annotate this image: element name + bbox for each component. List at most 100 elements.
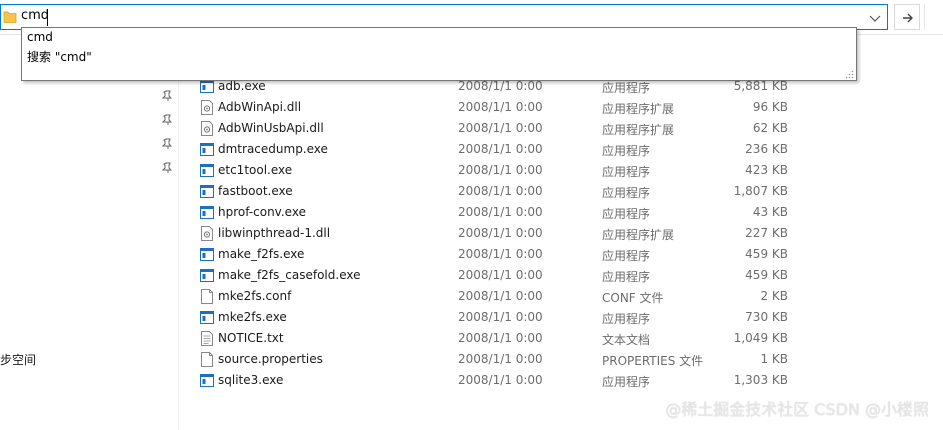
exe-icon bbox=[200, 247, 214, 262]
file-size: 1,049 KB bbox=[733, 331, 788, 345]
exe-icon bbox=[200, 205, 214, 220]
file-row[interactable]: hprof-conv.exe 2008/1/1 0:00 应用程序 43 KB bbox=[0, 202, 943, 223]
file-type: 应用程序扩展 bbox=[602, 228, 675, 242]
address-text[interactable]: cmd bbox=[21, 8, 49, 23]
file-date: 2008/1/1 0:00 bbox=[458, 205, 543, 219]
file-type: PROPERTIES 文件 bbox=[602, 354, 704, 368]
file-row[interactable]: mke2fs.conf 2008/1/1 0:00 CONF 文件 2 KB bbox=[0, 286, 943, 307]
file-name: NOTICE.txt bbox=[218, 331, 284, 345]
file-type: 应用程序 bbox=[602, 375, 651, 389]
file-row[interactable]: source.properties 2008/1/1 0:00 PROPERTIES… bbox=[0, 349, 943, 370]
dll-icon bbox=[200, 121, 214, 136]
file-name: adb.exe bbox=[218, 79, 266, 93]
search-box-edge[interactable] bbox=[924, 4, 943, 30]
resize-grip-icon[interactable] bbox=[846, 71, 854, 79]
file-date: 2008/1/1 0:00 bbox=[458, 352, 543, 366]
file-row[interactable]: make_f2fs.exe 2008/1/1 0:00 应用程序 459 KB bbox=[0, 244, 943, 265]
text-caret bbox=[47, 9, 48, 26]
dll-icon bbox=[200, 226, 214, 241]
file-type: 应用程序 bbox=[602, 207, 651, 221]
file-date: 2008/1/1 0:00 bbox=[458, 142, 543, 156]
exe-icon bbox=[200, 79, 214, 94]
file-date: 2008/1/1 0:00 bbox=[458, 331, 543, 345]
file-type: 应用程序扩展 bbox=[602, 123, 675, 137]
file-row[interactable]: make_f2fs_casefold.exe 2008/1/1 0:00 应用程序 4… bbox=[0, 265, 943, 286]
file-date: 2008/1/1 0:00 bbox=[458, 121, 543, 135]
exe-icon bbox=[200, 184, 214, 199]
suggestion-search-item[interactable]: 搜索 "cmd" bbox=[27, 48, 92, 65]
file-date: 2008/1/1 0:00 bbox=[458, 268, 543, 282]
file-type: CONF 文件 bbox=[602, 291, 664, 305]
file-size: 730 KB bbox=[745, 310, 788, 324]
file-name: AdbWinUsbApi.dll bbox=[218, 121, 324, 135]
autocomplete-dropdown: cmd 搜索 "cmd" bbox=[21, 27, 857, 81]
file-date: 2008/1/1 0:00 bbox=[458, 247, 543, 261]
file-row[interactable]: sqlite3.exe 2008/1/1 0:00 应用程序 1,303 KB bbox=[0, 370, 943, 391]
file-date: 2008/1/1 0:00 bbox=[458, 226, 543, 240]
file-date: 2008/1/1 0:00 bbox=[458, 310, 543, 324]
file-size: 43 KB bbox=[752, 205, 788, 219]
go-button[interactable] bbox=[894, 4, 920, 30]
file-size: 62 KB bbox=[752, 121, 788, 135]
file-size: 2 KB bbox=[760, 289, 788, 303]
file-row[interactable]: NOTICE.txt 2008/1/1 0:00 文本文档 1,049 KB bbox=[0, 328, 943, 349]
file-icon bbox=[200, 352, 214, 367]
file-size: 459 KB bbox=[745, 247, 788, 261]
file-date: 2008/1/1 0:00 bbox=[458, 163, 543, 177]
file-type: 应用程序 bbox=[602, 186, 651, 200]
file-name: source.properties bbox=[218, 352, 323, 366]
file-name: sqlite3.exe bbox=[218, 373, 284, 387]
file-size: 5,881 KB bbox=[733, 79, 788, 93]
file-type: 应用程序扩展 bbox=[602, 102, 675, 116]
file-type: 应用程序 bbox=[602, 249, 651, 263]
file-name: etc1tool.exe bbox=[218, 163, 293, 177]
exe-icon bbox=[200, 142, 214, 157]
text-file-icon bbox=[200, 331, 214, 346]
file-type: 应用程序 bbox=[602, 165, 651, 179]
file-row[interactable]: AdbWinApi.dll 2008/1/1 0:00 应用程序扩展 96 KB bbox=[0, 97, 943, 118]
exe-icon bbox=[200, 373, 214, 388]
file-name: hprof-conv.exe bbox=[218, 205, 306, 219]
file-type: 文本文档 bbox=[602, 333, 651, 347]
file-name: fastboot.exe bbox=[218, 184, 293, 198]
file-name: mke2fs.exe bbox=[218, 310, 287, 324]
file-size: 227 KB bbox=[745, 226, 788, 240]
file-date: 2008/1/1 0:00 bbox=[458, 289, 543, 303]
file-row[interactable]: fastboot.exe 2008/1/1 0:00 应用程序 1,807 KB bbox=[0, 181, 943, 202]
file-name: make_f2fs.exe bbox=[218, 247, 305, 261]
exe-icon bbox=[200, 310, 214, 325]
file-name: libwinpthread-1.dll bbox=[218, 226, 331, 240]
watermark: @稀土掘金技术社区 CSDN @小楼照 bbox=[665, 400, 929, 419]
file-type: 应用程序 bbox=[602, 81, 651, 95]
file-size: 96 KB bbox=[752, 100, 788, 114]
file-size: 423 KB bbox=[745, 163, 788, 177]
file-date: 2008/1/1 0:00 bbox=[458, 79, 543, 93]
file-type: 应用程序 bbox=[602, 144, 651, 158]
chevron-down-icon[interactable] bbox=[867, 10, 883, 26]
file-row[interactable]: AdbWinUsbApi.dll 2008/1/1 0:00 应用程序扩展 62 KB bbox=[0, 118, 943, 139]
file-type: 应用程序 bbox=[602, 270, 651, 284]
file-row[interactable]: dmtracedump.exe 2008/1/1 0:00 应用程序 236 KB bbox=[0, 139, 943, 160]
file-date: 2008/1/1 0:00 bbox=[458, 373, 543, 387]
exe-icon bbox=[200, 163, 214, 178]
file-icon bbox=[200, 289, 214, 304]
file-row[interactable]: mke2fs.exe 2008/1/1 0:00 应用程序 730 KB bbox=[0, 307, 943, 328]
dll-icon bbox=[200, 100, 214, 115]
file-name: mke2fs.conf bbox=[218, 289, 292, 303]
file-name: make_f2fs_casefold.exe bbox=[218, 268, 361, 282]
file-row[interactable]: etc1tool.exe 2008/1/1 0:00 应用程序 423 KB bbox=[0, 160, 943, 181]
file-name: AdbWinApi.dll bbox=[218, 100, 302, 114]
file-size: 1,807 KB bbox=[733, 184, 788, 198]
suggestion-item[interactable]: cmd bbox=[27, 30, 53, 44]
file-size: 1 KB bbox=[760, 352, 788, 366]
file-date: 2008/1/1 0:00 bbox=[458, 100, 543, 114]
file-type: 应用程序 bbox=[602, 312, 651, 326]
file-size: 459 KB bbox=[745, 268, 788, 282]
exe-icon bbox=[200, 268, 214, 283]
file-row[interactable]: libwinpthread-1.dll 2008/1/1 0:00 应用程序扩展 22… bbox=[0, 223, 943, 244]
file-name: dmtracedump.exe bbox=[218, 142, 328, 156]
folder-icon bbox=[3, 11, 17, 23]
file-size: 1,303 KB bbox=[733, 373, 788, 387]
file-size: 236 KB bbox=[745, 142, 788, 156]
arrow-right-icon bbox=[903, 13, 913, 23]
